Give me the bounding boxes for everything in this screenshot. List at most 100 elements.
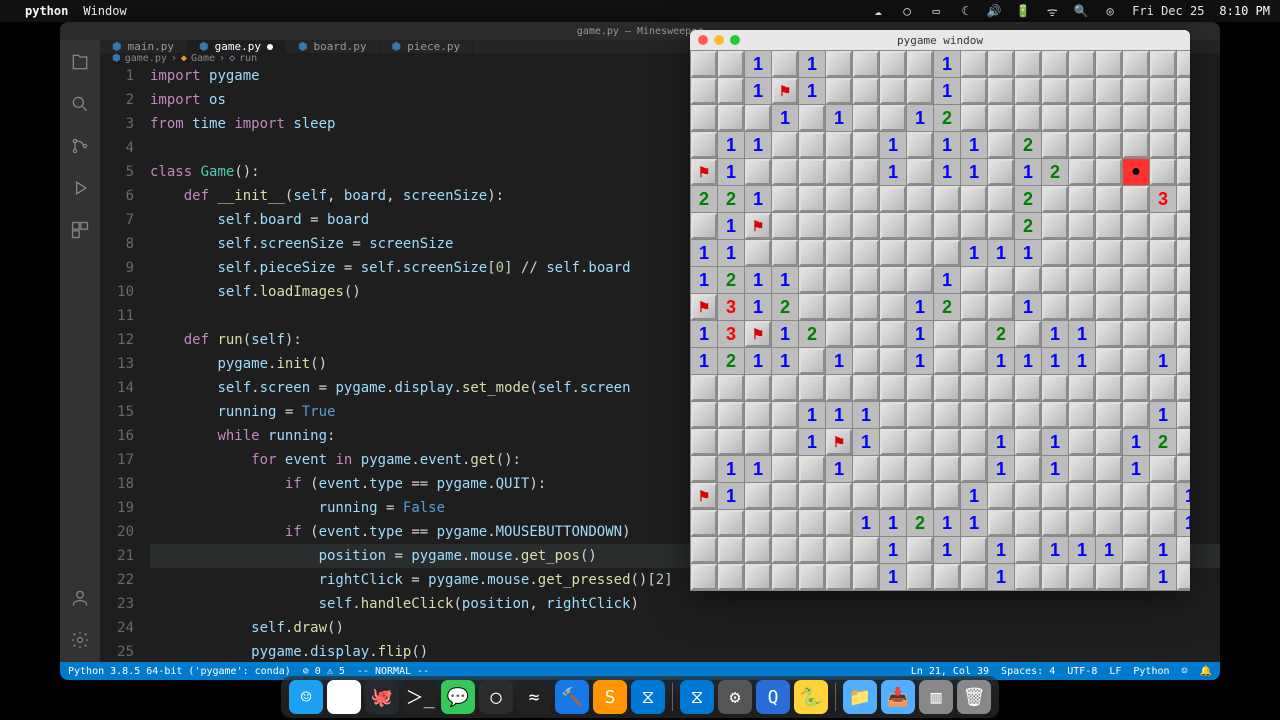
cell[interactable] <box>853 78 879 104</box>
cell[interactable] <box>961 294 987 320</box>
status-bell-icon[interactable]: 🔔 <box>1200 666 1212 677</box>
cell[interactable] <box>1123 348 1149 374</box>
cell[interactable]: 1 <box>745 51 771 77</box>
cell[interactable] <box>934 213 960 239</box>
cell[interactable]: 2 <box>799 321 825 347</box>
status-cursor[interactable]: Ln 21, Col 39 <box>911 666 989 677</box>
cell[interactable] <box>1150 105 1176 131</box>
cell[interactable] <box>1096 429 1122 455</box>
dock-trash[interactable]: 🗑 <box>957 680 991 714</box>
cell[interactable] <box>1150 51 1176 77</box>
cell[interactable] <box>907 240 933 266</box>
cell[interactable] <box>1177 186 1190 212</box>
cell[interactable] <box>772 132 798 158</box>
cell[interactable]: 1 <box>745 456 771 482</box>
cell[interactable] <box>961 348 987 374</box>
cell[interactable] <box>1069 213 1095 239</box>
status-problems[interactable]: ⊘ 0 ⚠ 5 <box>303 666 345 677</box>
cell[interactable]: 2 <box>1150 429 1176 455</box>
cell[interactable] <box>853 132 879 158</box>
cell[interactable] <box>880 402 906 428</box>
cell[interactable] <box>907 186 933 212</box>
cell[interactable] <box>826 51 852 77</box>
menubar-time[interactable]: 8:10 PM <box>1219 4 1270 18</box>
cell[interactable] <box>1177 213 1190 239</box>
cell[interactable]: 2 <box>934 105 960 131</box>
cell[interactable]: 1 <box>853 429 879 455</box>
cell[interactable] <box>718 78 744 104</box>
cell[interactable] <box>988 213 1014 239</box>
cell[interactable] <box>1015 267 1041 293</box>
cell[interactable]: 1 <box>1150 348 1176 374</box>
cell[interactable] <box>691 159 717 185</box>
cell[interactable] <box>880 456 906 482</box>
cell[interactable] <box>934 348 960 374</box>
cell[interactable]: 2 <box>718 267 744 293</box>
cell[interactable] <box>961 456 987 482</box>
cell[interactable]: 1 <box>1177 483 1190 509</box>
cell[interactable] <box>799 348 825 374</box>
cell[interactable] <box>907 564 933 590</box>
cell[interactable] <box>880 375 906 401</box>
cell[interactable] <box>1123 186 1149 212</box>
cell[interactable] <box>1096 456 1122 482</box>
cell[interactable]: 1 <box>745 294 771 320</box>
cell[interactable]: 3 <box>718 321 744 347</box>
cell[interactable] <box>1096 402 1122 428</box>
cell[interactable] <box>1042 186 1068 212</box>
cell[interactable] <box>826 564 852 590</box>
cell[interactable] <box>1177 564 1190 590</box>
cell[interactable] <box>1015 510 1041 536</box>
cell[interactable] <box>799 456 825 482</box>
cell[interactable] <box>1177 294 1190 320</box>
cell[interactable] <box>853 537 879 563</box>
status-feedback-icon[interactable]: ☺ <box>1182 666 1188 677</box>
dock-terminal[interactable]: ＞_ <box>403 680 437 714</box>
cell[interactable]: 1 <box>826 402 852 428</box>
dock-sublime[interactable]: S <box>593 680 627 714</box>
cell[interactable] <box>1123 375 1149 401</box>
cell[interactable] <box>934 321 960 347</box>
cell[interactable] <box>718 375 744 401</box>
fullscreen-icon[interactable] <box>730 35 740 45</box>
cell[interactable] <box>1042 510 1068 536</box>
cell[interactable] <box>1096 186 1122 212</box>
cell[interactable] <box>934 456 960 482</box>
cell[interactable] <box>907 132 933 158</box>
cell[interactable] <box>1069 456 1095 482</box>
cell[interactable] <box>1096 240 1122 266</box>
cell[interactable] <box>1123 78 1149 104</box>
cell[interactable]: 1 <box>772 267 798 293</box>
cell[interactable] <box>691 564 717 590</box>
cell[interactable] <box>988 483 1014 509</box>
cell[interactable] <box>1042 294 1068 320</box>
dock-vscode2[interactable]: ⧖ <box>680 680 714 714</box>
cell[interactable] <box>934 402 960 428</box>
cell[interactable]: 1 <box>826 456 852 482</box>
cloud-icon[interactable]: ☁ <box>871 4 885 18</box>
cell[interactable] <box>934 240 960 266</box>
cell[interactable] <box>745 375 771 401</box>
close-icon[interactable] <box>698 35 708 45</box>
cell[interactable] <box>1150 294 1176 320</box>
cell[interactable] <box>691 429 717 455</box>
cell[interactable] <box>718 105 744 131</box>
cell[interactable]: 1 <box>907 294 933 320</box>
cell[interactable] <box>907 159 933 185</box>
cell[interactable]: 1 <box>934 132 960 158</box>
cell[interactable] <box>961 537 987 563</box>
cell[interactable] <box>988 159 1014 185</box>
cell[interactable] <box>1069 186 1095 212</box>
cell[interactable] <box>1096 132 1122 158</box>
cell[interactable] <box>799 132 825 158</box>
cell[interactable] <box>799 267 825 293</box>
cell[interactable]: 1 <box>880 132 906 158</box>
cell[interactable] <box>880 483 906 509</box>
cell[interactable] <box>691 105 717 131</box>
cell[interactable]: 1 <box>799 429 825 455</box>
cell[interactable] <box>961 564 987 590</box>
cell[interactable] <box>853 564 879 590</box>
cell[interactable] <box>1150 375 1176 401</box>
cell[interactable] <box>1177 51 1190 77</box>
menubar-date[interactable]: Fri Dec 25 <box>1132 4 1204 18</box>
